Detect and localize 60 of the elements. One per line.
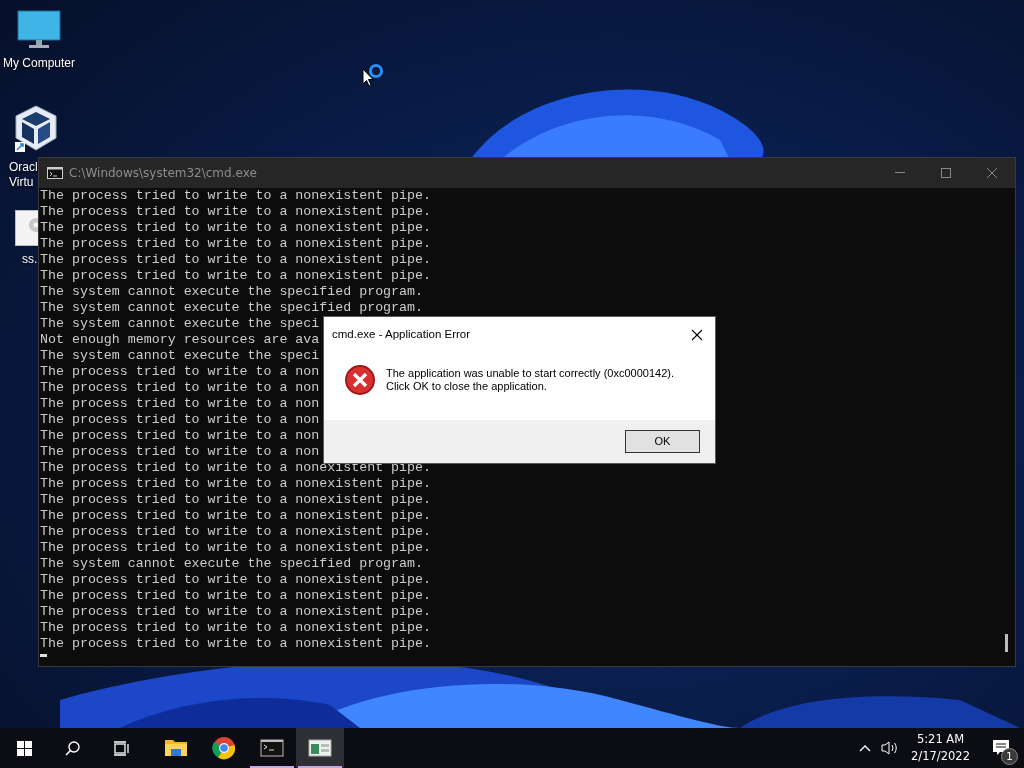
console-line: The process tried to write to a nonexistent pipe. — [40, 268, 431, 284]
console-line: The system cannot execute the speci — [40, 348, 320, 364]
maximize-icon — [940, 167, 952, 179]
console-line: The process tried to write to a nonexistent pipe. — [40, 252, 431, 268]
console-icon — [47, 167, 63, 179]
busy-ring-icon — [368, 63, 384, 79]
console-line: The process tried to write to a nonexistent pipe. — [40, 540, 431, 556]
console-line: The process tried to write to a nonexistent pipe. — [40, 588, 431, 604]
console-line: The process tried to write to a nonexistent pipe. — [40, 492, 431, 508]
console-line: The process tried to write to a non — [40, 412, 320, 428]
console-line: The system cannot execute the specified program. — [40, 284, 423, 300]
console-line: The system cannot execute the speci — [40, 316, 320, 332]
settings-file-icon — [15, 210, 38, 246]
text-cursor — [40, 654, 47, 657]
console-line: Not enough memory resources are ava — [40, 332, 320, 348]
console-line: The process tried to write to a nonexistent pipe. — [40, 204, 431, 220]
console-line: The process tried to write to a nonexistent pipe. — [40, 188, 431, 204]
console-line: The process tried to write to a nonexistent pipe. — [40, 620, 431, 636]
console-line: The process tried to write to a non — [40, 428, 320, 444]
speaker-icon — [881, 740, 900, 756]
console-line: The process tried to write to a nonexistent pipe. — [40, 460, 431, 476]
notifications-button[interactable]: 1 — [978, 728, 1024, 768]
windows-logo-icon — [15, 739, 33, 757]
console-line: The process tried to write to a non — [40, 444, 320, 460]
error-icon — [344, 363, 376, 396]
console-line: The system cannot execute the specified program. — [40, 556, 423, 572]
close-icon — [691, 328, 703, 341]
close-icon — [986, 167, 998, 179]
console-line: The system cannot execute the specified program. — [40, 300, 423, 316]
task-view-icon — [111, 739, 129, 757]
console-line: The process tried to write to a nonexistent pipe. — [40, 220, 431, 236]
dialog-title: cmd.exe - Application Error — [332, 326, 471, 342]
cube-icon — [14, 104, 58, 154]
application-window-icon — [308, 736, 332, 760]
clock[interactable]: 5:21 AM 2/17/2022 — [903, 731, 978, 765]
taskbar-app-button[interactable] — [296, 728, 344, 768]
icon-label: ss. — [22, 252, 38, 267]
console-line: The process tried to write to a non — [40, 380, 320, 396]
computer-icon — [17, 10, 61, 50]
console-line: The process tried to write to a non — [40, 364, 320, 380]
console-line: The process tried to write to a nonexistent pipe. — [40, 508, 431, 524]
ok-button[interactable]: OK — [625, 430, 700, 453]
console-line: The process tried to write to a nonexistent pipe. — [40, 636, 431, 652]
search-icon — [63, 739, 81, 757]
terminal-icon — [260, 736, 284, 760]
window-title: C:\Windows\system32\cmd.exe — [69, 165, 257, 182]
console-line: The process tried to write to a nonexistent pipe. — [40, 524, 431, 540]
console-line: The process tried to write to a nonexistent pipe. — [40, 572, 431, 588]
chevron-up-icon — [859, 744, 872, 752]
notification-count: 1 — [1001, 748, 1018, 765]
icon-label: Oracl Virtu — [9, 160, 38, 190]
console-line: The process tried to write to a nonexistent pipe. — [40, 604, 431, 620]
browser-icon — [212, 736, 236, 760]
scrollbar-thumb[interactable] — [1005, 634, 1008, 652]
console-line: The process tried to write to a nonexistent pipe. — [40, 476, 431, 492]
error-message: The application was unable to start correctly (0xc0000142). Click OK to close the application. — [386, 366, 674, 393]
console-line: The process tried to write to a non — [40, 396, 320, 412]
console-line: The process tried to write to a nonexistent pipe. — [40, 236, 431, 252]
mouse-pointer-icon — [362, 68, 374, 88]
icon-label: My Computer — [3, 56, 75, 71]
